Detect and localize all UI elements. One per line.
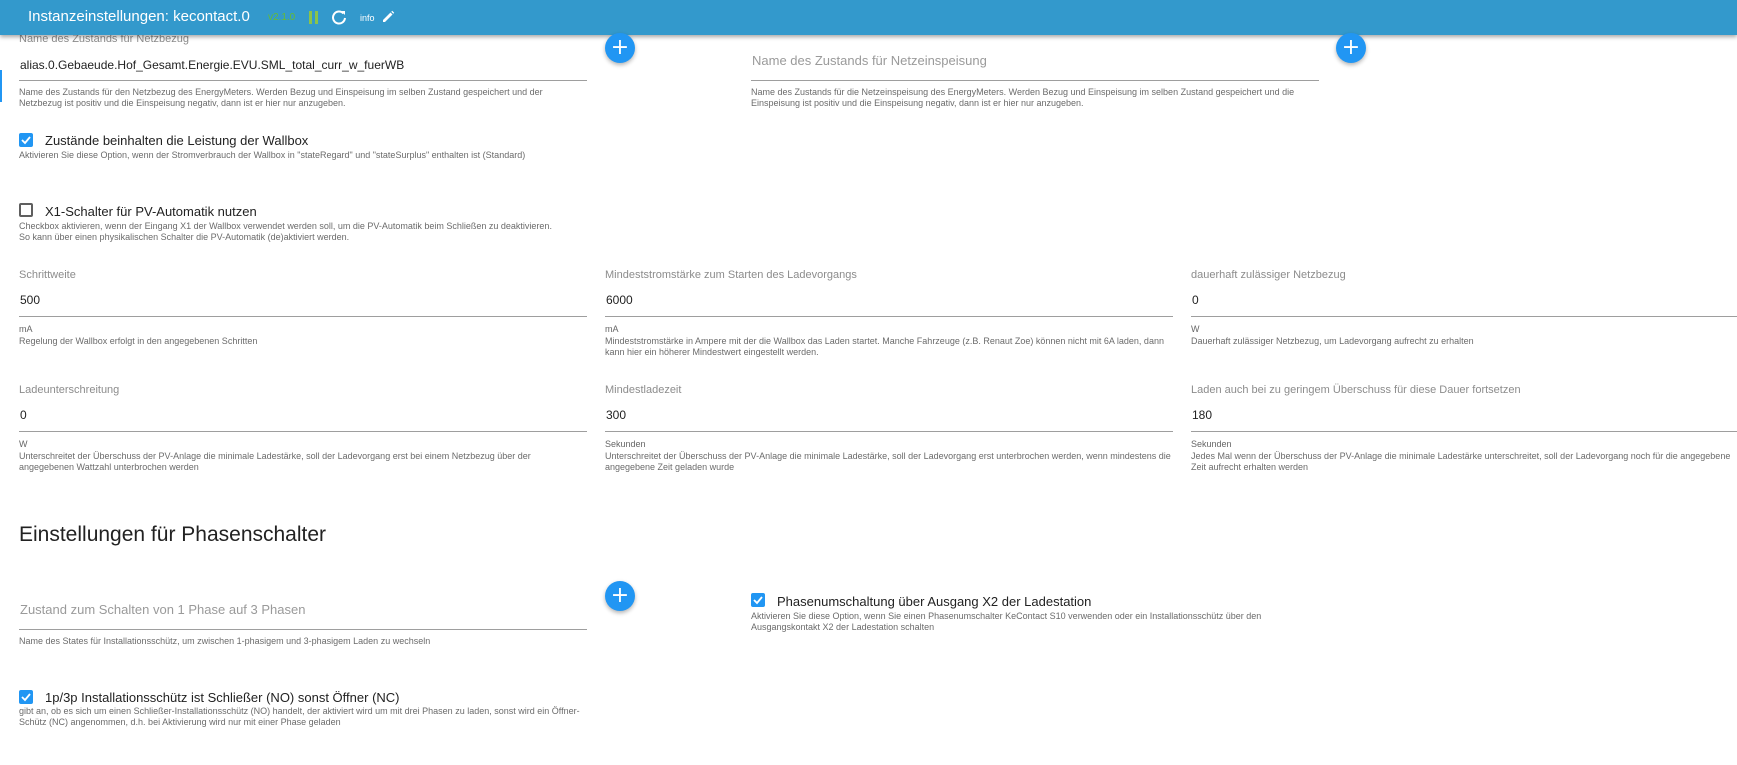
add-phase-state-button[interactable]: +	[605, 581, 635, 611]
step-unit: mA	[19, 324, 33, 334]
grid-consumption-help: Name des Zustands für den Netzbezug des …	[19, 87, 543, 108]
min-current-input[interactable]: 6000	[606, 293, 633, 307]
checkmark-icon	[753, 596, 763, 605]
reload-icon[interactable]	[331, 9, 347, 25]
add-grid-consumption-button[interactable]: +	[605, 33, 635, 63]
permanent-grid-input[interactable]: 0	[1192, 293, 1199, 307]
info-link[interactable]: info	[360, 13, 375, 23]
version-badge: v2.1.0	[268, 12, 296, 23]
continue-low-label: Laden auch bei zu geringem Überschuss fü…	[1191, 384, 1521, 396]
continue-low-input[interactable]: 180	[1192, 408, 1212, 422]
page-title: Instanzeinstellungen: kecontact.0	[28, 8, 250, 25]
states-include-wallbox-help: Aktivieren Sie diese Option, wenn der St…	[19, 150, 526, 160]
contactor-no-label: 1p/3p Installationsschütz ist Schließer …	[45, 690, 400, 705]
sidebar-accent	[0, 70, 2, 102]
phase-state-help: Name des States für Installationsschütz,…	[19, 636, 431, 646]
min-charge-time-input[interactable]: 300	[606, 408, 626, 422]
min-charge-time-label: Mindestladezeit	[605, 384, 682, 396]
x1-switch-label: X1-Schalter für PV-Automatik nutzen	[45, 204, 257, 219]
min-charge-time-help: Unterschreitet der Überschuss der PV-Anl…	[605, 451, 1171, 472]
step-field: Schrittweite 500 mA Regelung der Wallbox…	[19, 269, 587, 359]
checkmark-icon	[21, 693, 31, 702]
continue-low-field: Laden auch bei zu geringem Überschuss fü…	[1191, 384, 1737, 484]
pencil-icon[interactable]	[381, 10, 395, 24]
contactor-no-help: gibt an, ob es sich um einen Schließer-I…	[19, 706, 580, 727]
x1-switch-help: Checkbox aktivieren, wenn der Eingang X1…	[19, 221, 552, 242]
phase-x2-label: Phasenumschaltung über Ausgang X2 der La…	[777, 594, 1092, 609]
phase-state-input[interactable]: Zustand zum Schalten von 1 Phase auf 3 P…	[20, 602, 305, 617]
min-current-unit: mA	[605, 324, 619, 334]
step-label: Schrittweite	[19, 269, 76, 281]
grid-feed-input[interactable]: Name des Zustands für Netzeinspeisung	[752, 53, 987, 68]
min-charge-time-field: Mindestladezeit 300 Sekunden Unterschrei…	[605, 384, 1173, 484]
continue-low-unit: Sekunden	[1191, 439, 1232, 449]
phase-x2-checkbox[interactable]	[751, 593, 765, 607]
states-include-wallbox-checkbox[interactable]	[19, 133, 33, 147]
states-include-wallbox-label: Zustände beinhalten die Leistung der Wal…	[45, 133, 309, 148]
step-help: Regelung der Wallbox erfolgt in den ange…	[19, 336, 258, 346]
underrun-unit: W	[19, 439, 28, 449]
min-charge-time-unit: Sekunden	[605, 439, 646, 449]
phase-x2-help: Aktivieren Sie diese Option, wenn Sie ei…	[751, 611, 1262, 632]
min-current-help: Mindeststromstärke in Ampere mit der die…	[605, 336, 1164, 357]
phase-section-title: Einstellungen für Phasenschalter	[19, 523, 327, 546]
permanent-grid-label: dauerhaft zulässiger Netzbezug	[1191, 269, 1346, 281]
grid-consumption-input[interactable]: alias.0.Gebaeude.Hof_Gesamt.Energie.EVU.…	[20, 58, 404, 72]
checkmark-icon	[21, 136, 31, 145]
grid-feed-field: Name des Zustands für Netzeinspeisung Na…	[751, 33, 1319, 113]
grid-consumption-field: Name des Zustands für Netzbezug alias.0.…	[19, 33, 587, 113]
phase-state-field: Zustand zum Schalten von 1 Phase auf 3 P…	[19, 590, 587, 650]
step-input[interactable]: 500	[20, 293, 40, 307]
permanent-grid-field: dauerhaft zulässiger Netzbezug 0 W Dauer…	[1191, 269, 1737, 359]
min-current-field: Mindeststromstärke zum Starten des Ladev…	[605, 269, 1173, 359]
contactor-no-checkbox[interactable]	[19, 690, 33, 704]
underrun-field: Ladeunterschreitung 0 W Unterschreitet d…	[19, 384, 587, 484]
pause-icon[interactable]	[308, 11, 320, 24]
underrun-help: Unterschreitet der Überschuss der PV-Anl…	[19, 451, 531, 472]
continue-low-help: Jedes Mal wenn der Überschuss der PV-Anl…	[1191, 451, 1731, 472]
x1-switch-checkbox[interactable]	[19, 203, 33, 217]
header-bar: Instanzeinstellungen: kecontact.0 v2.1.0…	[0, 0, 1737, 35]
permanent-grid-help: Dauerhaft zulässiger Netzbezug, um Ladev…	[1191, 336, 1474, 346]
add-grid-feed-button[interactable]: +	[1336, 33, 1366, 63]
underrun-label: Ladeunterschreitung	[19, 384, 120, 396]
grid-feed-help: Name des Zustands für die Netzeinspeisun…	[751, 87, 1295, 108]
underrun-input[interactable]: 0	[20, 408, 27, 422]
min-current-label: Mindeststromstärke zum Starten des Ladev…	[605, 269, 857, 281]
permanent-grid-unit: W	[1191, 324, 1200, 334]
